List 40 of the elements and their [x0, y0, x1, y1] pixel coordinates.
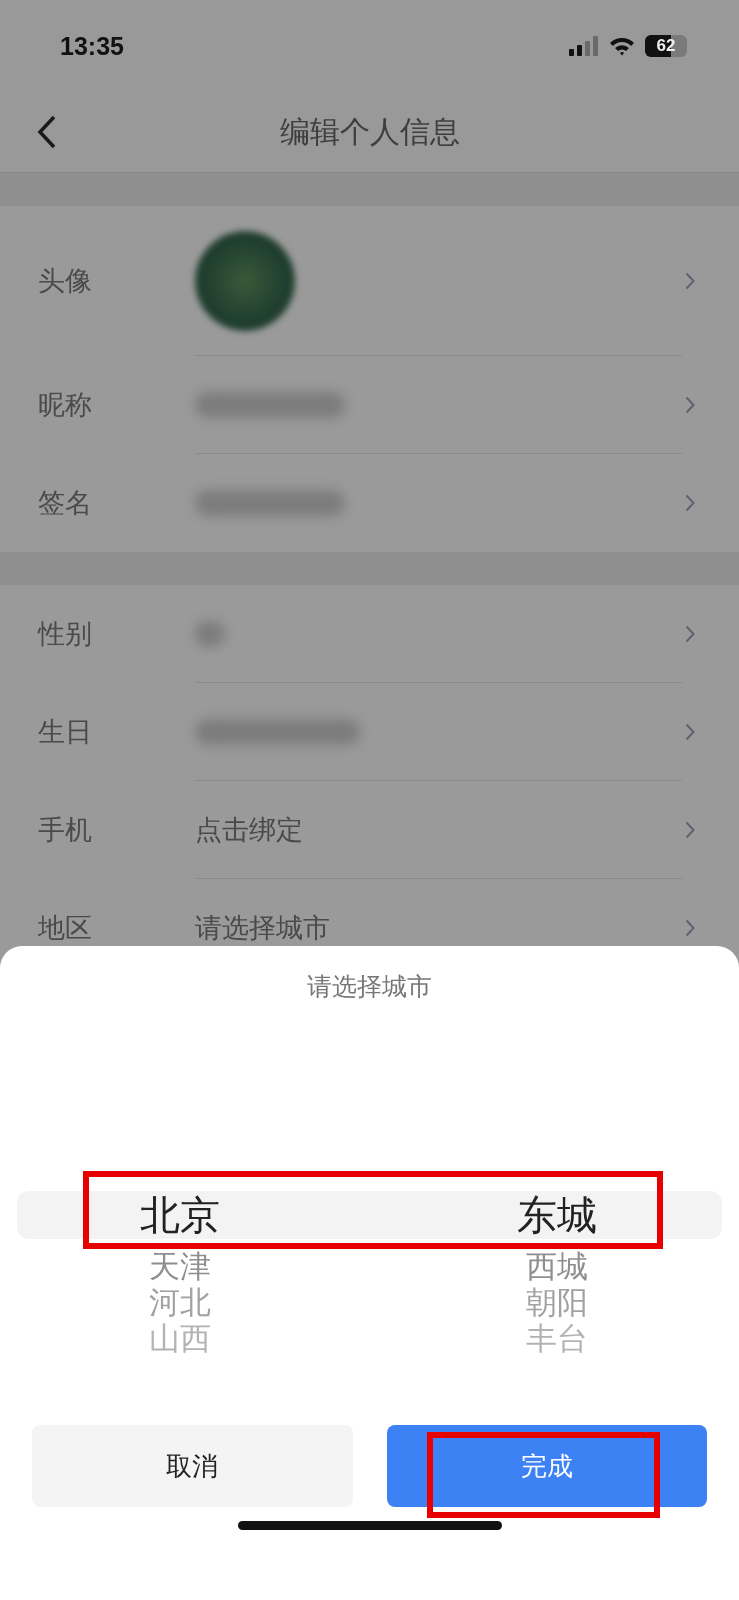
page-title: 编辑个人信息: [279, 112, 460, 151]
chevron-icon: [685, 723, 695, 741]
picker-option[interactable]: 北京: [140, 1190, 220, 1240]
confirm-button[interactable]: 完成: [386, 1425, 707, 1507]
wifi-icon: [609, 36, 635, 56]
picker-option[interactable]: 东城: [517, 1190, 597, 1240]
picker-option[interactable]: 河北: [149, 1284, 211, 1320]
profile-row[interactable]: 生日: [38, 683, 739, 781]
row-label: 手机: [38, 813, 93, 847]
back-icon[interactable]: [37, 115, 57, 149]
profile-row[interactable]: 昵称: [38, 356, 739, 454]
picker-option[interactable]: 丰台: [526, 1320, 588, 1356]
picker-option[interactable]: 天津: [149, 1248, 211, 1284]
profile-row[interactable]: 手机 点击绑定: [38, 781, 739, 879]
cancel-button[interactable]: 取消: [32, 1425, 353, 1507]
blurred-value: [195, 621, 225, 647]
picker-option[interactable]: 西城: [526, 1248, 588, 1284]
picker-option[interactable]: 山西: [149, 1320, 211, 1356]
chevron-icon: [685, 625, 695, 643]
row-value: 请选择城市: [195, 911, 330, 945]
status-time: 13:35: [60, 31, 124, 61]
row-label: 签名: [38, 486, 93, 520]
chevron-icon: [685, 821, 695, 839]
row-label: 生日: [38, 715, 93, 749]
row-label: 昵称: [38, 388, 93, 422]
chevron-icon: [685, 272, 695, 290]
chevron-icon: [685, 919, 695, 937]
row-label: 头像: [38, 264, 93, 298]
sheet-title: 请选择城市: [307, 971, 432, 1003]
chevron-icon: [685, 396, 695, 414]
signal-icon: [569, 36, 599, 56]
row-label: 地区: [38, 911, 93, 945]
chevron-icon: [685, 494, 695, 512]
row-label: 性别: [38, 617, 93, 651]
profile-row[interactable]: 性别: [38, 585, 739, 683]
profile-row[interactable]: 签名: [38, 454, 739, 552]
row-value: 点击绑定: [195, 813, 303, 847]
battery-icon: 62: [645, 35, 687, 57]
profile-row[interactable]: 头像: [38, 206, 739, 356]
picker-option[interactable]: 朝阳: [526, 1284, 588, 1320]
